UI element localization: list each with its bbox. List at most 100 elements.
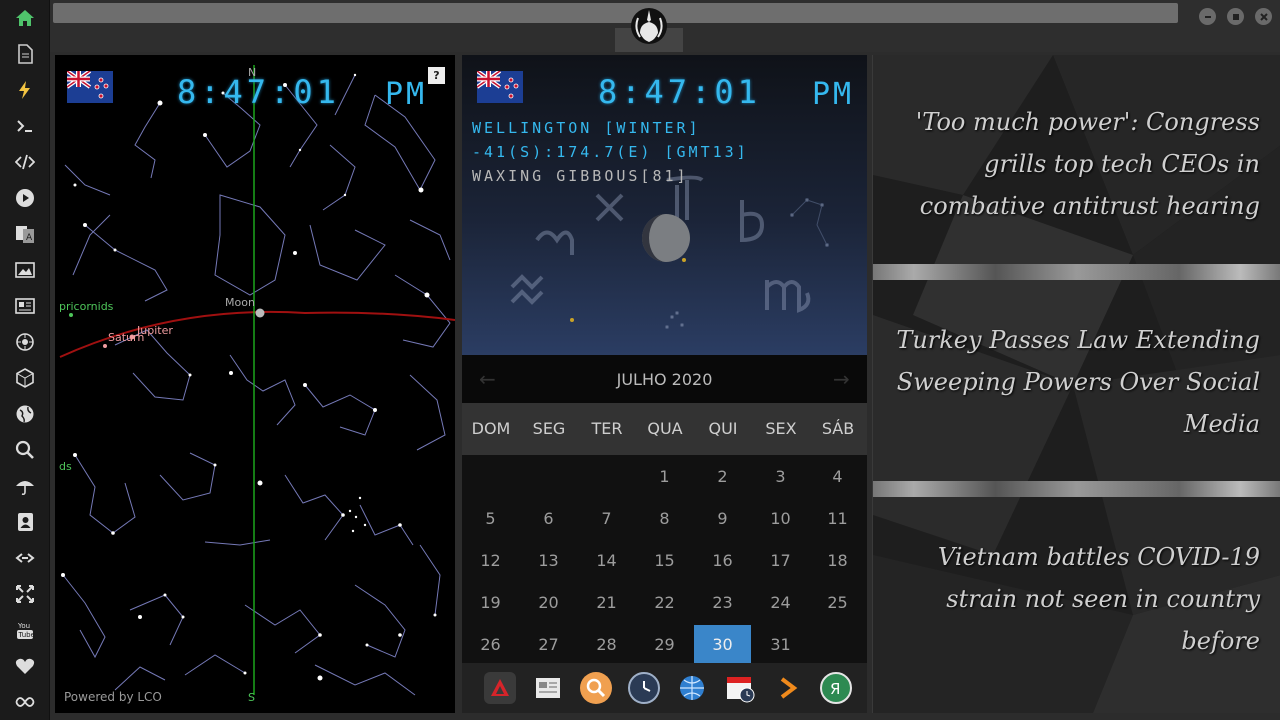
- umbrella-icon[interactable]: [13, 474, 37, 498]
- calendar-clock-icon[interactable]: [724, 672, 756, 704]
- news-icon[interactable]: [13, 294, 37, 318]
- code-icon[interactable]: [13, 150, 37, 174]
- calendar-day[interactable]: 13: [520, 541, 577, 581]
- weekday-label: TER: [591, 419, 623, 438]
- fullscreen-icon[interactable]: [13, 582, 37, 606]
- svg-text:Я: Я: [830, 680, 840, 698]
- calendar-day[interactable]: 31: [752, 625, 809, 665]
- calendar-day[interactable]: 25: [809, 583, 866, 623]
- home-icon[interactable]: [13, 6, 37, 30]
- svg-text:You: You: [17, 622, 30, 630]
- help-button[interactable]: ?: [428, 67, 445, 84]
- meteor-shower-label: pricornids: [59, 300, 114, 313]
- calendar-day-today[interactable]: 30: [694, 625, 751, 665]
- search-icon[interactable]: [13, 438, 37, 462]
- weekday-label: SÁB: [821, 419, 855, 438]
- weekday-label: SEX: [765, 419, 797, 438]
- calendar-day[interactable]: 12: [462, 541, 519, 581]
- newspaper-icon[interactable]: [532, 672, 564, 704]
- calendar-day[interactable]: 7: [578, 499, 635, 539]
- calendar-day[interactable]: 20: [520, 583, 577, 623]
- powered-by-label[interactable]: Powered by LCO: [64, 690, 162, 704]
- globe-app-icon[interactable]: [676, 672, 708, 704]
- news-headline[interactable]: 'Too much power': Congress grills top te…: [893, 101, 1260, 227]
- sky-map-panel[interactable]: 8:47:01 PM ? N S Moon Saturn Jupiter pri…: [55, 55, 455, 713]
- calendar-day[interactable]: 1: [636, 457, 693, 497]
- terminal-icon[interactable]: [13, 114, 37, 138]
- settings-wheel-icon[interactable]: [13, 330, 37, 354]
- sky-clock-ampm: PM: [385, 77, 428, 112]
- calendar-day[interactable]: 17: [752, 541, 809, 581]
- calendar-day[interactable]: 27: [520, 625, 577, 665]
- calendar-day[interactable]: 14: [578, 541, 635, 581]
- calendar-day[interactable]: 6: [520, 499, 577, 539]
- play-icon[interactable]: [13, 186, 37, 210]
- forward-icon[interactable]: [772, 672, 804, 704]
- clock-icon[interactable]: [628, 672, 660, 704]
- cube-icon[interactable]: [13, 366, 37, 390]
- south-label: S: [248, 691, 255, 704]
- city-label: WELLINGTON [WINTER]: [472, 119, 701, 137]
- document-icon[interactable]: [13, 42, 37, 66]
- next-month-button[interactable]: →: [833, 367, 850, 391]
- contacts-icon[interactable]: [13, 510, 37, 534]
- local-clock-time: 8:47:01: [598, 73, 761, 111]
- translate-icon[interactable]: A: [13, 222, 37, 246]
- north-label: N: [248, 66, 257, 79]
- calendar-day[interactable]: 5: [462, 499, 519, 539]
- calendar-day[interactable]: 29: [636, 625, 693, 665]
- calendar-day[interactable]: 15: [636, 541, 693, 581]
- weekday-label: QUI: [708, 419, 738, 438]
- jupiter-label: Jupiter: [137, 324, 173, 337]
- top-bar: [50, 0, 1280, 52]
- calendar-day[interactable]: 26: [462, 625, 519, 665]
- calendar-day[interactable]: 28: [578, 625, 635, 665]
- calendar-day[interactable]: 19: [462, 583, 519, 623]
- desktop: A You Tube 8:47:01 PM ? N S Moon Saturn …: [0, 0, 1280, 720]
- news-headline[interactable]: Vietnam battles COVID-19 strain not seen…: [893, 536, 1260, 662]
- adobe-acrobat-icon[interactable]: [484, 672, 516, 704]
- calendar-day[interactable]: 8: [636, 499, 693, 539]
- calendar-header: JULHO 2020: [462, 355, 867, 403]
- yandex-icon[interactable]: Я: [820, 672, 852, 704]
- lightning-icon[interactable]: [13, 78, 37, 102]
- calendar-day[interactable]: 22: [636, 583, 693, 623]
- maximize-button[interactable]: [1227, 8, 1244, 25]
- calendar-day[interactable]: 4: [809, 457, 866, 497]
- weekday-label: DOM: [471, 419, 511, 438]
- calendar-day[interactable]: 2: [694, 457, 751, 497]
- infinity-icon[interactable]: [13, 690, 37, 714]
- youtube-icon[interactable]: You Tube: [13, 618, 37, 642]
- svg-text:Tube: Tube: [18, 631, 35, 639]
- app-dock: Я: [462, 663, 867, 713]
- sky-clock-time: 8:47:01: [177, 73, 340, 111]
- rebel-alliance-icon: [631, 8, 667, 44]
- coordinates-label: -41(S):174.7(E) [GMT13]: [472, 143, 749, 161]
- link-icon[interactable]: [13, 546, 37, 570]
- calendar-day[interactable]: 24: [752, 583, 809, 623]
- calendar-day[interactable]: 16: [694, 541, 751, 581]
- calendar-day[interactable]: 11: [809, 499, 866, 539]
- image-icon[interactable]: [13, 258, 37, 282]
- left-sidebar: A You Tube: [0, 0, 50, 720]
- news-divider: [873, 264, 1280, 280]
- heart-icon[interactable]: [13, 654, 37, 678]
- rebel-logo-tab[interactable]: [615, 0, 683, 52]
- calendar-day[interactable]: 23: [694, 583, 751, 623]
- weekday-label: QUA: [647, 419, 683, 438]
- moon-label: Moon: [225, 296, 255, 309]
- news-headline[interactable]: Turkey Passes Law Extending Sweeping Pow…: [893, 319, 1260, 445]
- prev-month-button[interactable]: ←: [479, 367, 496, 391]
- weekday-label: SEG: [532, 419, 566, 438]
- minimize-button[interactable]: [1199, 8, 1216, 25]
- search-app-icon[interactable]: [580, 672, 612, 704]
- close-button[interactable]: [1255, 8, 1272, 25]
- calendar-day[interactable]: 3: [752, 457, 809, 497]
- star-map: [59, 65, 455, 696]
- calendar: JULHO 2020 ← → DOM SEG TER QUA QUI SEX S…: [462, 355, 867, 665]
- globe-icon[interactable]: [13, 402, 37, 426]
- calendar-day[interactable]: 18: [809, 541, 866, 581]
- calendar-day[interactable]: 9: [694, 499, 751, 539]
- calendar-day[interactable]: 21: [578, 583, 635, 623]
- calendar-day[interactable]: 10: [752, 499, 809, 539]
